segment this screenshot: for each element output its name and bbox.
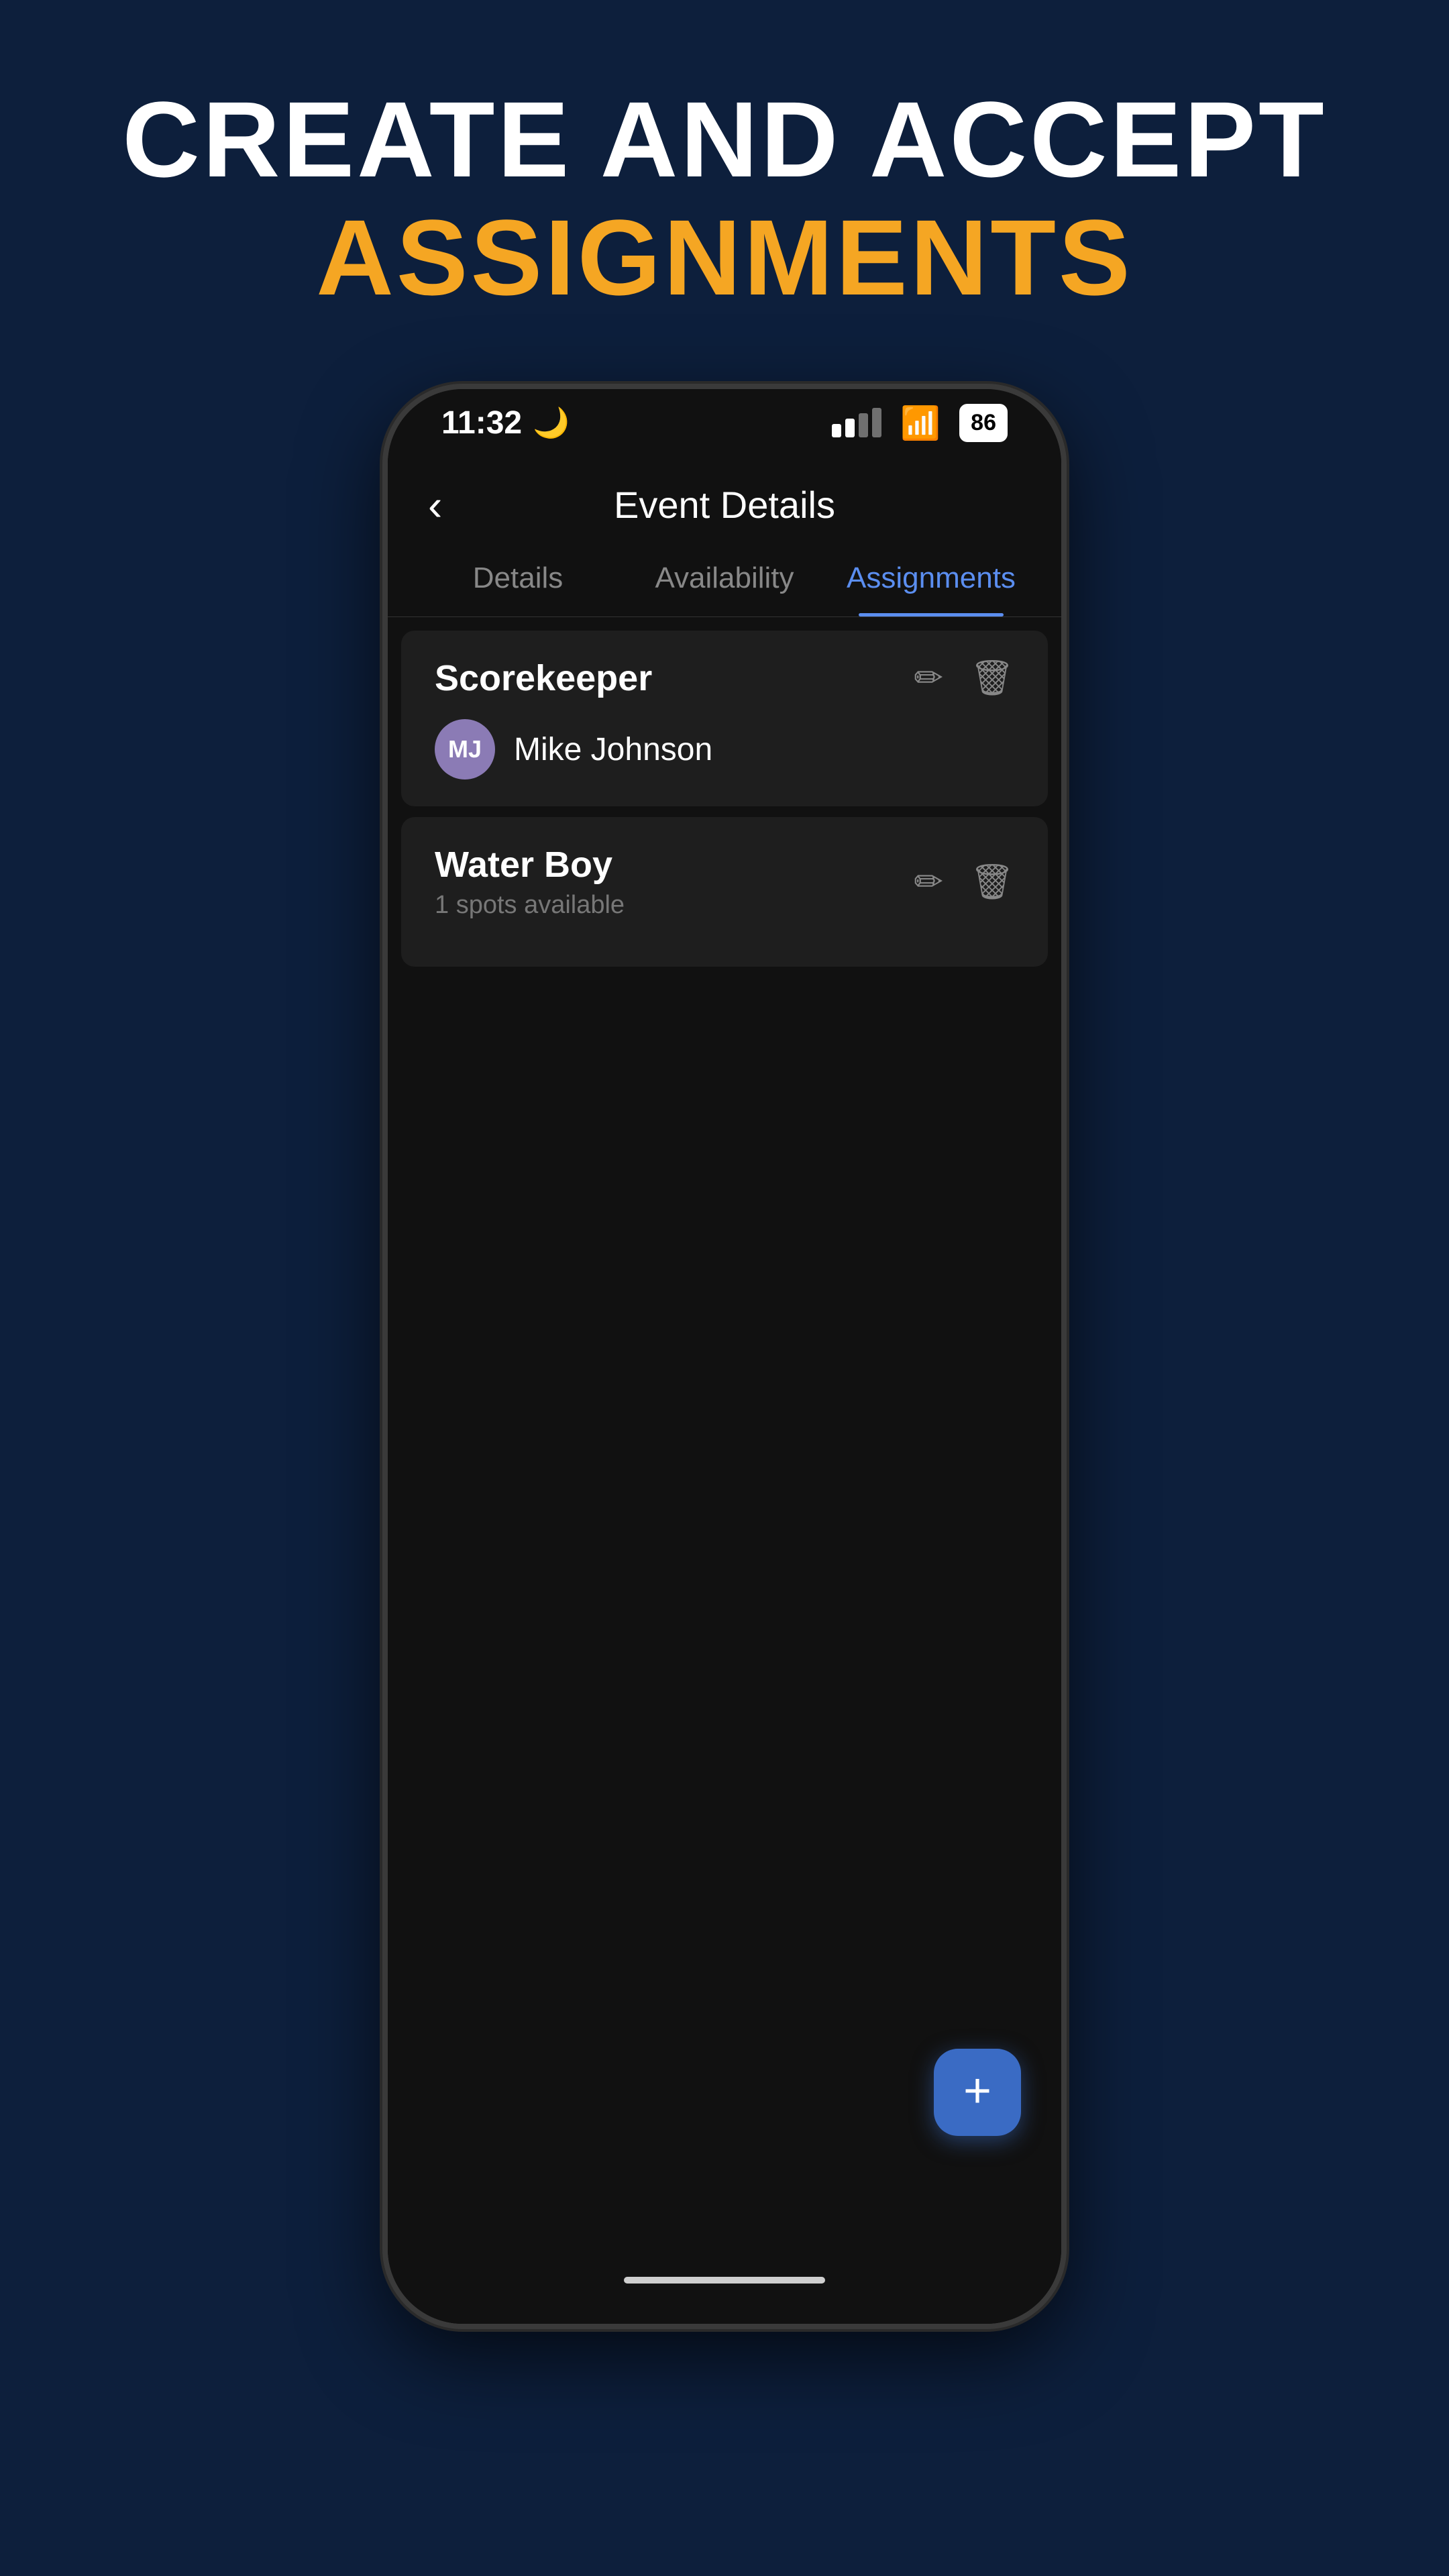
assignee-row: MJ Mike Johnson (435, 719, 1014, 780)
avatar: MJ (435, 719, 495, 780)
status-indicators: 📶 86 (832, 404, 1008, 442)
waterboy-card: Water Boy 1 spots available ✏ 🗑 (401, 817, 1048, 967)
delete-scorekeeper-button[interactable]: 🗑 (970, 661, 1014, 696)
edit-waterboy-button[interactable]: ✏ (914, 865, 943, 900)
status-bar: 11:32 🌙 📶 86 (388, 389, 1061, 456)
page-title: Event Details (428, 483, 1021, 527)
edit-scorekeeper-button[interactable]: ✏ (914, 661, 943, 696)
volume-up-button[interactable] (382, 758, 388, 865)
waterboy-header: Water Boy 1 spots available ✏ 🗑 (435, 844, 1014, 920)
volume-down-button[interactable] (382, 899, 388, 1006)
tab-bar: Details Availability Assignments (388, 540, 1061, 617)
tab-assignments[interactable]: Assignments (828, 540, 1034, 616)
mute-button[interactable] (382, 657, 388, 724)
tab-availability[interactable]: Availability (621, 540, 828, 616)
app-bar: ‹ Event Details (388, 456, 1061, 540)
waterboy-actions: ✏ 🗑 (914, 865, 1014, 900)
power-button[interactable] (1061, 792, 1067, 899)
phone-frame: 11:32 🌙 📶 86 ‹ Event Details Details Ava… (382, 384, 1067, 2329)
status-time: 11:32 🌙 (441, 405, 570, 441)
hero-section: CREATE AND ACCEPT ASSIGNMENTS (122, 80, 1326, 317)
do-not-disturb-icon: 🌙 (533, 405, 570, 440)
scorekeeper-title: Scorekeeper (435, 657, 652, 699)
signal-strength-icon (832, 408, 881, 437)
home-indicator[interactable] (624, 2277, 825, 2284)
tab-details[interactable]: Details (415, 540, 621, 616)
scorekeeper-actions: ✏ 🗑 (914, 661, 1014, 696)
add-assignment-button[interactable]: + (934, 2049, 1021, 2136)
plus-icon: + (963, 2067, 991, 2115)
back-button[interactable]: ‹ (428, 484, 442, 527)
waterboy-title: Water Boy (435, 844, 625, 885)
wifi-icon: 📶 (900, 404, 941, 442)
hero-line1: CREATE AND ACCEPT (122, 80, 1326, 199)
scorekeeper-card: Scorekeeper ✏ 🗑 MJ Mike Johnson (401, 631, 1048, 806)
app-screen: ‹ Event Details Details Availability Ass… (388, 456, 1061, 2324)
scorekeeper-header: Scorekeeper ✏ 🗑 (435, 657, 1014, 699)
hero-line2: ASSIGNMENTS (122, 199, 1326, 317)
delete-waterboy-button[interactable]: 🗑 (970, 865, 1014, 900)
time-display: 11:32 (441, 405, 522, 441)
waterboy-subtitle: 1 spots available (435, 891, 625, 920)
battery-indicator: 86 (959, 404, 1008, 442)
assignee-name: Mike Johnson (514, 731, 712, 768)
